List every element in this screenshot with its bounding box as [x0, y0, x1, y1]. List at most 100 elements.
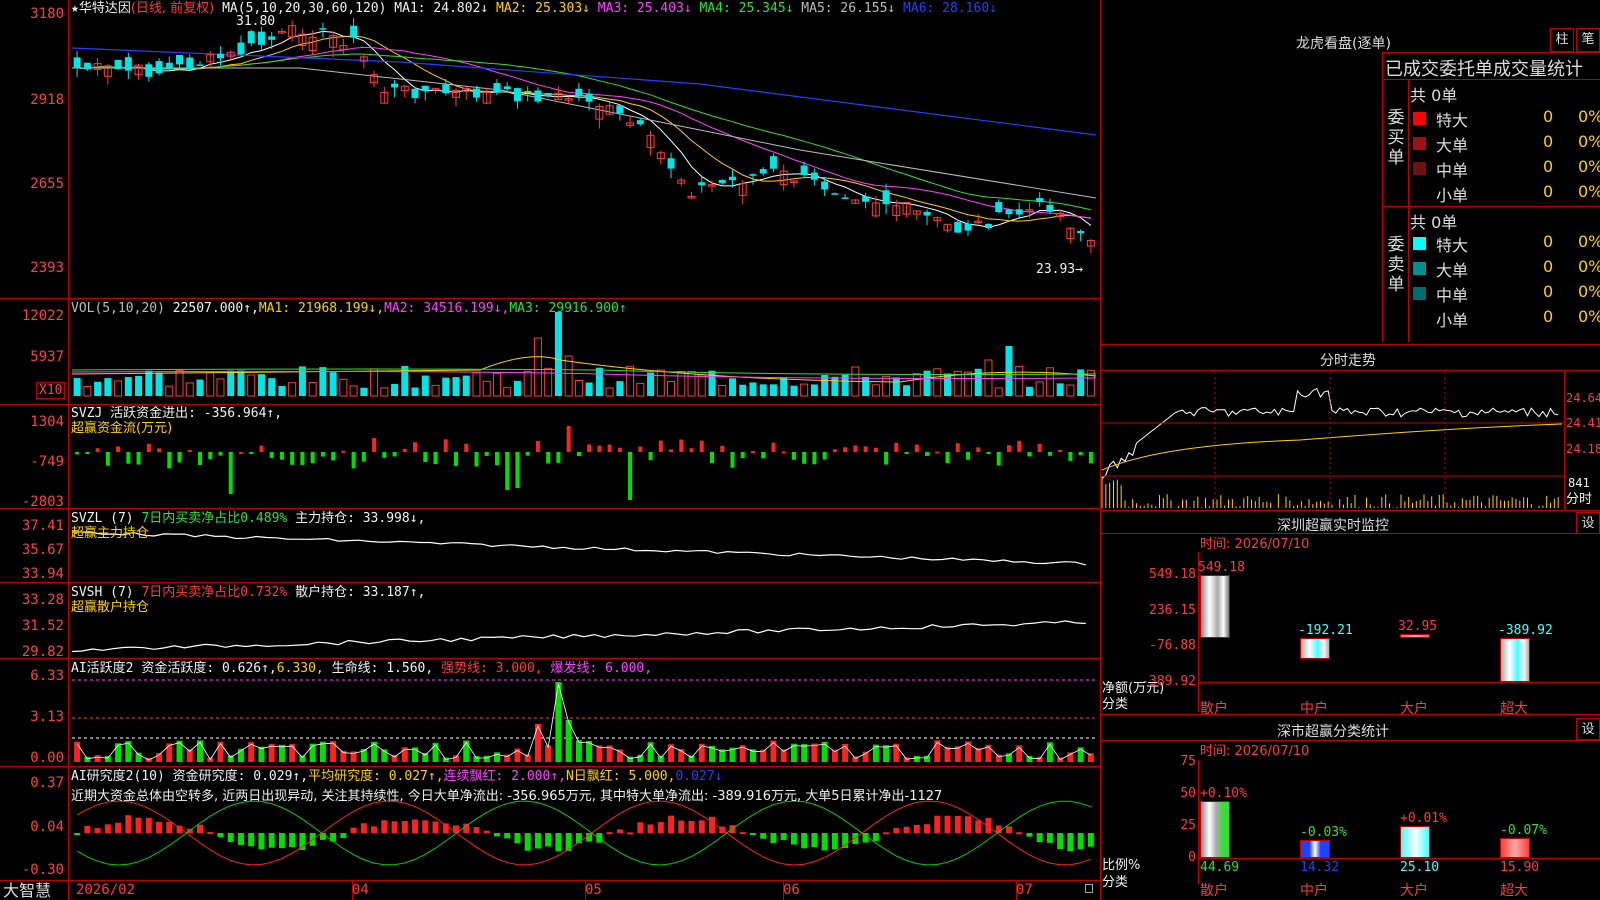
volume-bar: [1035, 381, 1044, 397]
ai-active-burst: 爆发线: 6.000,: [550, 661, 653, 676]
candle-body: [83, 62, 91, 70]
ai-research-bar: [872, 833, 879, 841]
lock-icon[interactable]: [1085, 884, 1093, 893]
sz-monitor-bar-label: 549.18: [1198, 560, 1245, 575]
price-header: ★华特达因(日线, 前复权) MA(5,10,20,30,60,120) MA1…: [71, 1, 997, 16]
svzj-bar: [525, 452, 530, 456]
ai-active-value: 资金活跃度: 0.626↑,: [141, 661, 277, 676]
intraday-bottom-line: [1100, 510, 1600, 511]
ai-active-bar: [176, 740, 183, 762]
dragon-subtitle: 已成交委托单成交量统计: [1385, 59, 1583, 80]
ai-active-bar: [883, 745, 890, 762]
buy-row-count: 0: [1543, 157, 1554, 176]
ai-active-bar: [596, 745, 603, 762]
sz-class-axis-3: 25: [1180, 818, 1196, 833]
sz-class-axis-1: 75: [1180, 754, 1196, 769]
sz-monitor-settings-button[interactable]: 设: [1576, 512, 1600, 534]
ai-research-bar: [790, 833, 797, 845]
favorite-star-icon[interactable]: ★: [71, 1, 79, 16]
sell-row-name: 特大: [1436, 236, 1469, 255]
ai-research-bar: [248, 833, 255, 847]
volume-bar: [278, 386, 286, 396]
volume-bar: [944, 373, 952, 396]
ai-research-avg: 平均研究度: 0.027↑,: [308, 769, 444, 784]
ai-research-bar: [514, 833, 521, 844]
svzj-bar: [187, 449, 192, 452]
candle-body: [534, 90, 542, 102]
ai-research-bar: [545, 833, 552, 847]
svzj-bar: [648, 452, 653, 461]
sz-class-bar-label: 44.69: [1200, 860, 1240, 875]
svzj-bar: [812, 452, 817, 465]
sell-total: 共 0单: [1410, 213, 1458, 232]
ai-research-bar: [350, 827, 357, 833]
sell-row-swatch: [1413, 287, 1426, 300]
svzj-bar: [75, 452, 80, 455]
ai-research-bar: [668, 815, 675, 833]
svzj-bar: [679, 439, 684, 452]
ai-active-bar: [647, 742, 654, 762]
bar-mode-button[interactable]: 柱: [1550, 28, 1574, 52]
ai-research-bar: [381, 820, 388, 833]
ai-active-bar: [94, 755, 101, 762]
period-mode[interactable]: (日线, 前复权): [131, 1, 214, 16]
svsh-axis-1: 33.28: [21, 592, 64, 608]
volume-bar: [155, 372, 163, 396]
sz-monitor-bottom-line: [1100, 714, 1600, 715]
volume-bar: [370, 368, 379, 397]
candle-body: [954, 222, 962, 233]
ai-research-axis-1: 0.37: [30, 775, 64, 791]
volume-bar: [268, 378, 276, 396]
svzj-bar: [423, 452, 428, 462]
svzj-bar: [382, 452, 387, 458]
candle-body: [472, 88, 480, 98]
volume-bar: [554, 312, 562, 396]
buy-row-count: 0: [1543, 182, 1554, 201]
svsh-header: SVSH (7) 7日内买卖净占比0.732% 散户持仓: 33.187↑,: [71, 585, 425, 600]
svzj-bar: [976, 447, 981, 452]
ai-research-bar: [749, 833, 756, 835]
ma-line: [77, 53, 1092, 211]
ai-research-bar: [934, 815, 941, 833]
ma4-value: MA4: 25.345↓: [699, 1, 794, 16]
volume-bar: [903, 385, 911, 396]
ai-research-bar: [647, 824, 654, 833]
buy-row-count: 0: [1543, 132, 1554, 151]
divider-svzj-svzl: [0, 508, 1100, 509]
svzj-bar: [638, 446, 643, 452]
ai-research-bar: [156, 821, 163, 833]
volume-bar: [790, 385, 798, 396]
sz-monitor-bar: [1200, 575, 1230, 638]
chart-canvas[interactable]: [0, 0, 1600, 900]
ai-research-bar: [657, 822, 664, 833]
volume-bar: [114, 380, 123, 397]
ai-research-bar: [760, 833, 767, 839]
volume-bar: [216, 378, 225, 397]
ai-research-bar: [299, 833, 306, 850]
tick-mode-button[interactable]: 笔: [1576, 28, 1600, 52]
volume-bar: [257, 374, 265, 396]
candle-body: [237, 42, 245, 55]
intraday-axis-line: [1564, 370, 1565, 510]
buy-row-swatch: [1413, 112, 1426, 125]
ma-line: [77, 35, 1091, 222]
svzj-bar: [218, 452, 223, 456]
svzj-bar: [699, 440, 704, 452]
ai-research-bar: [217, 833, 224, 838]
sell-row-pct: 0%: [1578, 257, 1600, 276]
ma5-value: MA5: 26.155↓: [801, 1, 896, 16]
svzj-bar: [126, 452, 131, 464]
ai-research-axis-3: -0.30: [21, 862, 64, 878]
sz-monitor-bar-label: -389.92: [1498, 622, 1553, 638]
svzj-bar: [269, 452, 274, 458]
ai-active-bar: [1026, 756, 1033, 762]
volume-bar: [1066, 384, 1075, 397]
sell-row-count: 0: [1543, 257, 1554, 276]
volume-bar: [83, 386, 92, 397]
sz-class-settings-button[interactable]: 设: [1576, 718, 1600, 740]
volume-bar: [196, 379, 204, 396]
candle-body: [636, 120, 644, 125]
dragon-label-line: [1408, 79, 1409, 342]
ai-active-bar: [555, 682, 562, 762]
svzj-bar: [146, 444, 151, 452]
